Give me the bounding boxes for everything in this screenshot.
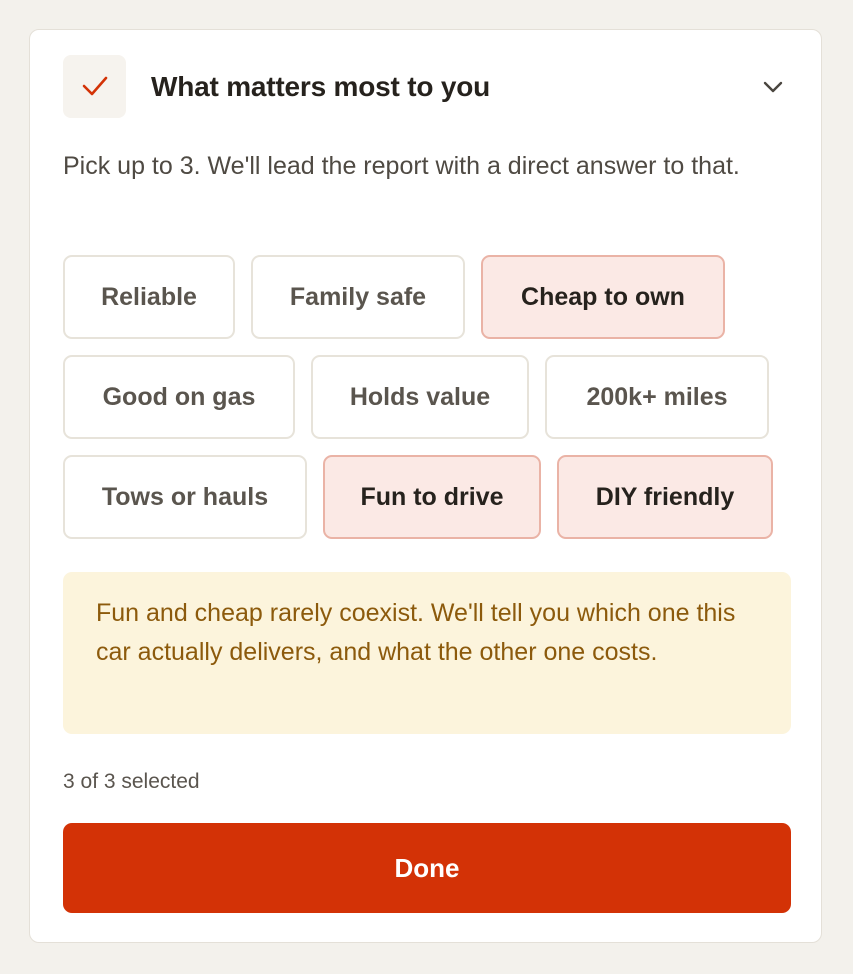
- option-reliable[interactable]: Reliable: [63, 255, 235, 339]
- option-200k-miles[interactable]: 200k+ miles: [545, 355, 769, 439]
- done-button[interactable]: Done: [63, 823, 791, 913]
- section-title: What matters most to you: [151, 71, 491, 102]
- selection-count: 3 of 3 selected: [63, 770, 200, 793]
- instructions-text: Pick up to 3. We'll lead the report with…: [63, 152, 740, 180]
- check-icon: [63, 55, 126, 118]
- option-good-on-gas[interactable]: Good on gas: [63, 355, 295, 439]
- option-cheap-to-own[interactable]: Cheap to own: [481, 255, 725, 339]
- tradeoff-note: Fun and cheap rarely coexist. We'll tell…: [63, 572, 791, 734]
- option-family-safe[interactable]: Family safe: [251, 255, 465, 339]
- option-holds-value[interactable]: Holds value: [311, 355, 529, 439]
- option-diy-friendly[interactable]: DIY friendly: [557, 455, 773, 539]
- option-tows-or-hauls[interactable]: Tows or hauls: [63, 455, 307, 539]
- chevron-down-icon[interactable]: [760, 75, 786, 99]
- option-fun-to-drive[interactable]: Fun to drive: [323, 455, 541, 539]
- priorities-card: What matters most to you Pick up to 3. W…: [29, 29, 822, 943]
